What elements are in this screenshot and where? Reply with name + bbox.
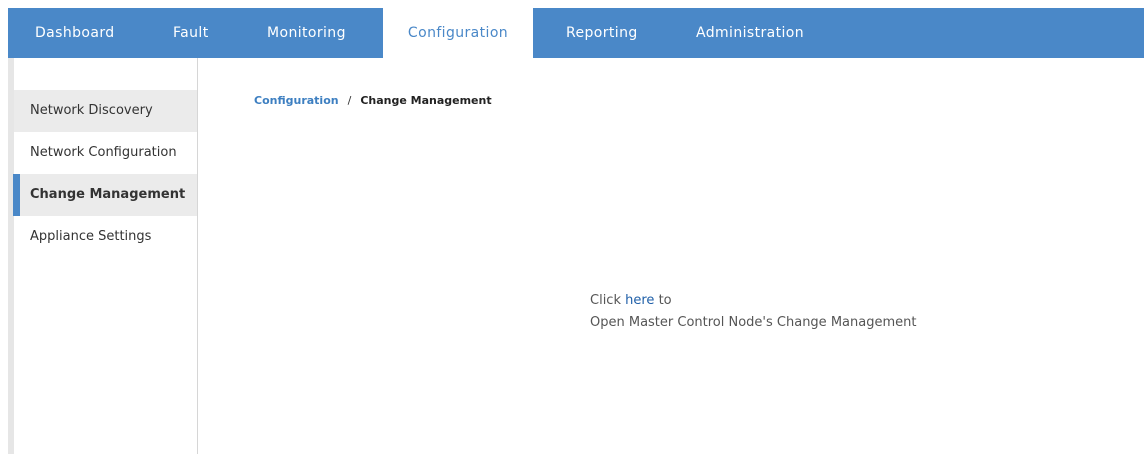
- here-link[interactable]: here: [625, 293, 654, 308]
- breadcrumb-current: Change Management: [360, 94, 492, 107]
- message-line-2: Open Master Control Node's Change Manage…: [590, 315, 917, 330]
- breadcrumb-separator: /: [347, 94, 352, 107]
- message-suffix: to: [658, 293, 672, 308]
- tab-dashboard[interactable]: Dashboard: [35, 8, 115, 58]
- tab-configuration[interactable]: Configuration: [383, 8, 533, 58]
- tab-administration[interactable]: Administration: [696, 8, 804, 58]
- tab-reporting[interactable]: Reporting: [566, 8, 638, 58]
- sidebar: Network Discovery Network Configuration …: [14, 58, 198, 454]
- sidebar-active-indicator: [13, 174, 20, 216]
- tab-fault[interactable]: Fault: [173, 8, 209, 58]
- sidebar-item-network-discovery[interactable]: Network Discovery: [14, 90, 197, 132]
- message-line-1: Click here to: [590, 290, 916, 312]
- sidebar-item-network-configuration[interactable]: Network Configuration: [14, 132, 197, 174]
- message-prefix: Click: [590, 293, 621, 308]
- sidebar-item-change-management[interactable]: Change Management: [14, 174, 197, 216]
- breadcrumb-configuration-link[interactable]: Configuration: [254, 94, 339, 107]
- top-navigation-bar: Dashboard Fault Monitoring Configuration…: [8, 8, 1144, 58]
- sidebar-item-appliance-settings[interactable]: Appliance Settings: [14, 216, 197, 258]
- breadcrumb: Configuration / Change Management: [254, 94, 492, 107]
- tab-monitoring[interactable]: Monitoring: [267, 8, 346, 58]
- master-node-message: Click here to Open Master Control Node's…: [590, 290, 916, 334]
